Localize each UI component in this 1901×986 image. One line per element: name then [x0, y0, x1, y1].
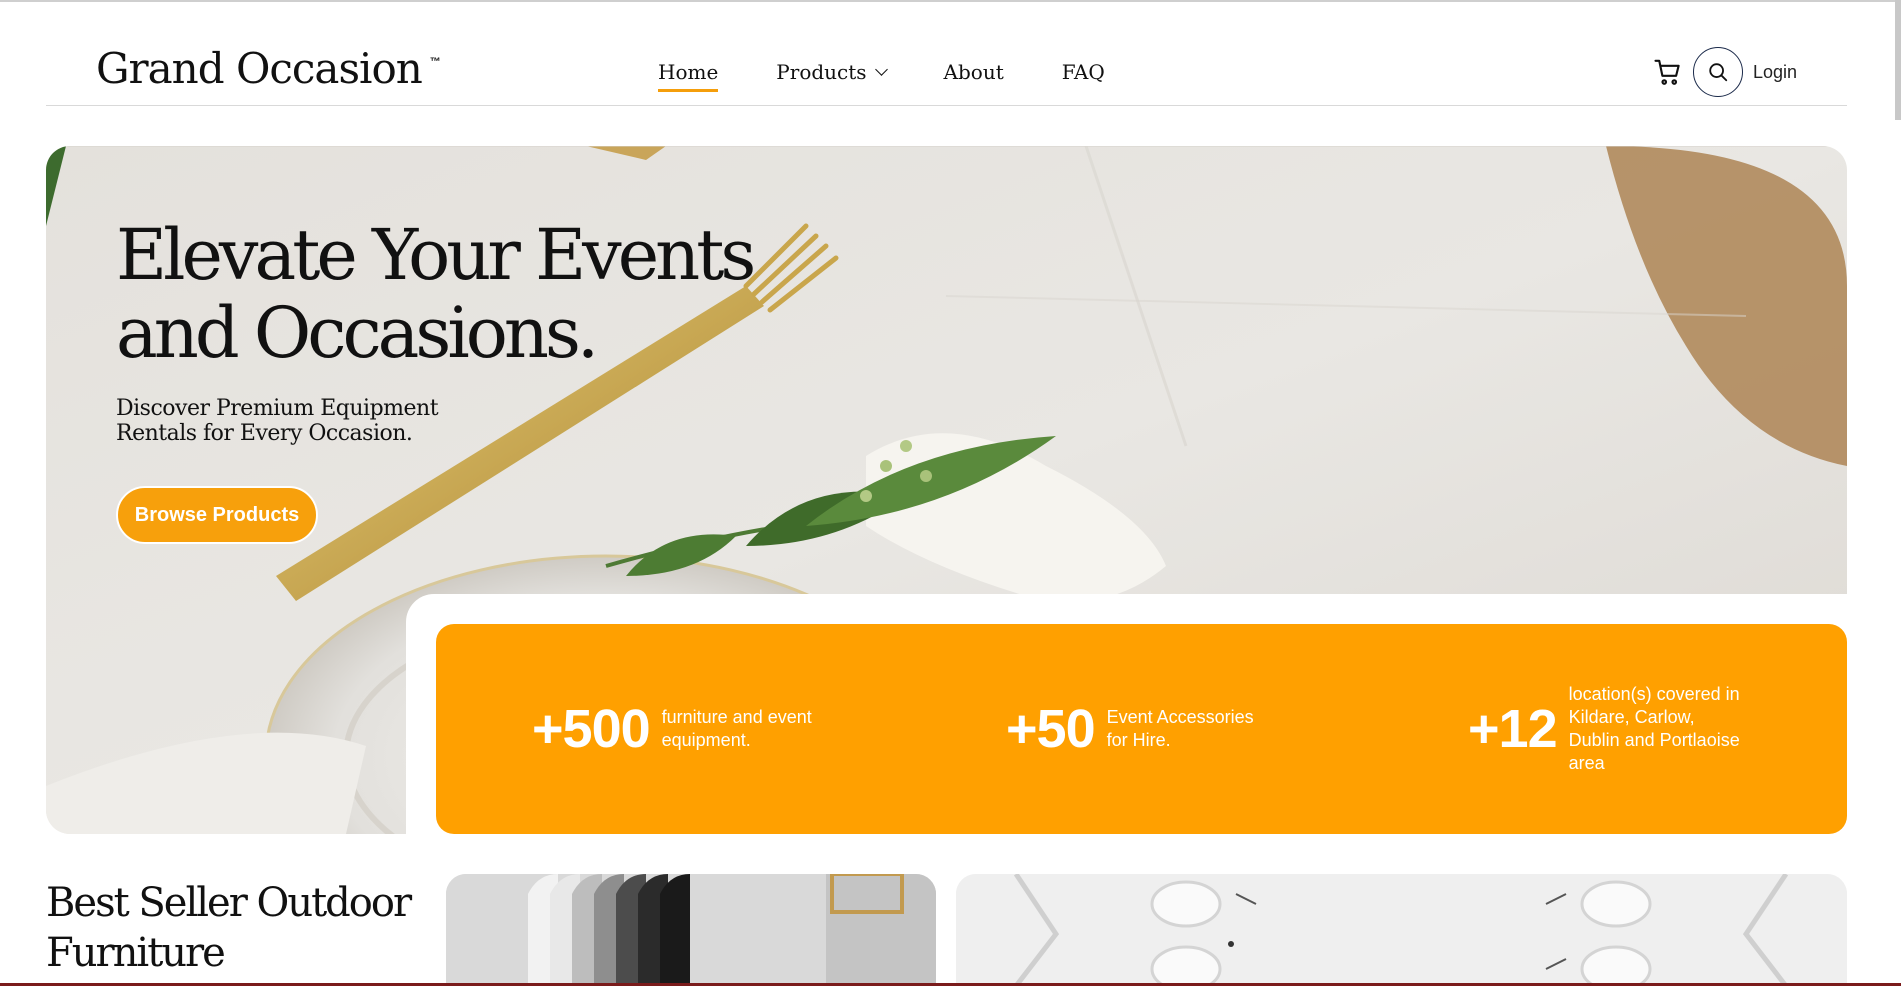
main-nav: Home Products About FAQ: [658, 60, 1163, 92]
best-seller-title-line1: Best Seller Outdoor: [46, 880, 412, 926]
hero-title: Elevate Your Events and Occasions.: [116, 216, 816, 372]
login-link[interactable]: Login: [1753, 62, 1797, 83]
nav-about[interactable]: About: [944, 60, 1004, 84]
product-card-tables[interactable]: [956, 874, 1847, 986]
hero-subtitle: Discover Premium Equipment Rentals for E…: [116, 396, 496, 446]
stat-number: +500: [532, 699, 651, 759]
nav-faq[interactable]: FAQ: [1062, 60, 1105, 84]
nav-about-label: About: [943, 60, 1004, 84]
stat-furniture: +500 furniture and event equipment.: [532, 624, 832, 834]
nav-home-label: Home: [658, 60, 719, 84]
nav-products[interactable]: Products: [776, 60, 888, 84]
search-button[interactable]: [1692, 47, 1743, 97]
chevron-down-icon: [874, 63, 888, 76]
header-actions: Login: [1653, 47, 1797, 97]
site-header: Grand Occasion ™ Home Products About FAQ …: [46, 2, 1847, 106]
stat-text: location(s) covered in Kildare, Carlow, …: [1568, 684, 1740, 773]
nav-products-label: Products: [776, 60, 867, 84]
nav-faq-label: FAQ: [1061, 60, 1105, 84]
scrollbar[interactable]: [1895, 0, 1901, 120]
hero-subtitle-line1: Discover Premium Equipment: [116, 396, 439, 421]
stat-text: Event Accessories for Hire.: [1106, 707, 1254, 750]
best-seller-title-line2: Furniture: [46, 930, 226, 976]
hero-title-line2: and Occasions.: [116, 292, 599, 374]
hero-title-line1: Elevate Your Events: [116, 214, 756, 296]
best-seller-title: Best Seller Outdoor Furniture: [46, 878, 446, 978]
browse-products-button[interactable]: Browse Products: [116, 486, 318, 544]
stat-accessories: +50 Event Accessories for Hire.: [1006, 624, 1267, 834]
stats-panel: +500 furniture and event equipment. +50 …: [436, 624, 1847, 834]
logo[interactable]: Grand Occasion ™: [96, 44, 441, 93]
stat-locations: +12 location(s) covered in Kildare, Carl…: [1468, 624, 1744, 834]
search-icon: [1709, 63, 1728, 82]
product-image-chairs: [446, 874, 936, 986]
product-card-chairs[interactable]: [446, 874, 936, 986]
product-image-tables: [956, 874, 1847, 986]
hero-subtitle-line2: Rentals for Every Occasion.: [116, 421, 413, 446]
stat-number: +50: [1006, 699, 1096, 759]
stat-text: furniture and event equipment.: [661, 707, 812, 750]
stat-number: +12: [1468, 699, 1558, 759]
logo-trademark: ™: [429, 56, 441, 68]
nav-home[interactable]: Home: [658, 60, 719, 92]
logo-text: Grand Occasion: [96, 44, 423, 93]
cart-icon[interactable]: [1653, 57, 1683, 87]
